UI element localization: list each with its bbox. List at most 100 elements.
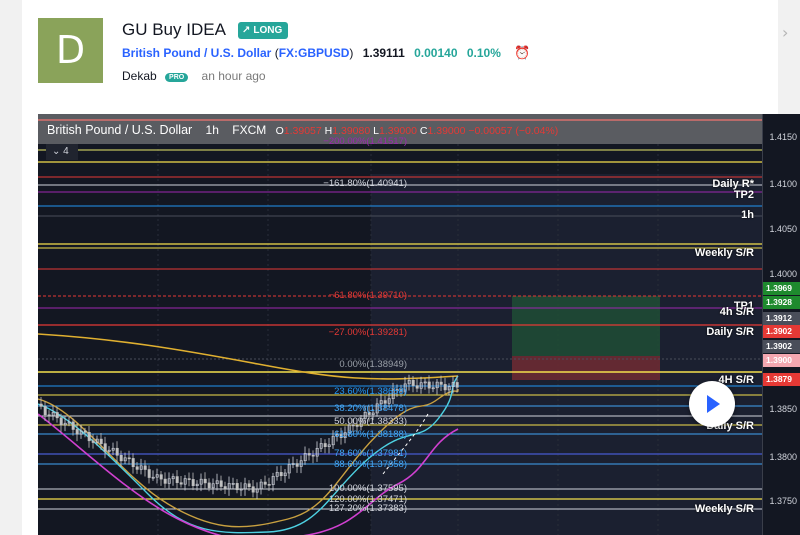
chart-area[interactable]: British Pound / U.S. Dollar 1h FXCM O1.3… [38,114,800,535]
candle-body [443,384,447,391]
chart-source: FXCM [232,123,267,137]
fib-label: 88.60%(1.37858) [334,459,407,470]
paren-close: ) [349,46,354,60]
candle-body [267,484,271,486]
chevron-right-icon[interactable]: › [782,25,796,41]
axis-tick: 1.4100 [769,179,797,189]
chart-legend: British Pound / U.S. Dollar 1h FXCM O1.3… [47,123,558,137]
price-change-percent: 0.10% [466,46,501,60]
candle-body [175,476,179,483]
fib-label: −161.80%(1.40941) [323,178,407,189]
fib-label: 100.00%(1.37595) [328,483,407,494]
fib-label: 61.80%(1.38188) [334,429,407,440]
candle-body [127,457,131,460]
position-profit-zone[interactable] [512,296,660,356]
candle-body [83,430,87,433]
candle-body [71,421,75,430]
level-label-daily-sr-top: Daily S/R [706,326,754,338]
candle-body [131,458,135,468]
price-tag[interactable]: 1.3902 [763,325,800,338]
candle-body [179,482,183,485]
candle-body [115,447,119,456]
candle-body [323,443,327,447]
candle-body [103,443,107,452]
candle-body [455,382,459,388]
candle-body [439,381,443,385]
chevron-down-icon: ⌄ [52,146,61,157]
fib-label: −27.00%(1.39281) [328,327,407,338]
level-label-weekly-sr-top: Weekly S/R [694,247,754,259]
candle-body [55,412,59,419]
candle-body [87,432,91,442]
candle-body [251,486,255,493]
candle-body [207,482,211,489]
fib-label: 127.20%(1.37383) [328,503,407,514]
price-tag[interactable]: 1.3969 [763,282,800,295]
axis-tick: 1.4050 [769,224,797,234]
axis-tick: 1.3850 [769,404,797,414]
position-loss-zone[interactable] [512,356,660,380]
candle-body [411,380,415,386]
candle-body [135,466,139,470]
fib-label: −61.80%(1.39710) [328,290,407,301]
price-tag[interactable]: 1.3879 [763,373,800,386]
pro-badge: PRO [165,73,189,82]
chart-timeframe[interactable]: 1h [206,123,219,137]
symbol-row: British Pound / U.S. Dollar (FX:GBPUSD) … [122,46,530,61]
candle-body [427,381,431,389]
candle-body [187,478,191,480]
candle-body [223,486,227,490]
candle-body [415,385,419,389]
idea-title: GU Buy IDEA [122,20,226,39]
candle-body [59,417,63,426]
published-time: an hour ago [201,69,266,83]
candle-body [119,454,123,462]
axis-tick: 1.3750 [769,496,797,506]
candle-body [39,403,43,407]
candle-body [203,478,207,484]
author-avatar[interactable]: D [38,18,103,83]
level-label-1h: 1h [741,209,754,221]
fib-label: 78.60%(1.37981) [334,448,407,459]
candle-body [147,469,151,478]
fib-label: −200.00%(1.41517) [323,136,407,147]
level-label-weekly-sr-bottom: Weekly S/R [694,503,754,515]
author-row: Dekab PRO an hour ago [122,69,266,83]
candle-body [91,440,95,443]
price-tag[interactable]: 1.3902 [763,340,800,353]
price-tag[interactable]: 1.3900 [763,354,800,367]
price-tag[interactable]: 1.3912 [763,312,800,325]
candle-body [191,479,195,486]
play-button[interactable] [689,381,735,427]
candle-body [247,483,251,488]
chart-symbol: British Pound / U.S. Dollar [47,123,193,137]
price-axis[interactable]: 1.4150 1.4100 1.4050 1.4000 1.3850 1.3800 1.37… [762,114,800,535]
axis-tick: 1.4000 [769,269,797,279]
price-tag[interactable]: 1.3928 [763,296,800,309]
candle-body [311,454,315,457]
ohlc-values: O1.39057 H1.39080 L1.39000 C1.39000 −0.0… [275,125,559,137]
candle-body [295,463,299,467]
alarm-clock-icon[interactable]: ⏰ [514,46,530,61]
level-label-tp2: TP2 [733,189,754,201]
left-gutter [0,0,22,535]
candle-body [143,465,147,470]
candle-body [75,429,79,435]
idea-header: D GU Buy IDEA ↗ LONG British Pound / U.S.… [38,18,778,98]
fib-label: 0.00%(1.38949) [339,359,407,370]
level-label-4h-sr-top: 4h S/R [719,306,754,318]
symbol-name-link[interactable]: British Pound / U.S. Dollar [122,46,271,60]
fib-label: 23.60%(1.38658) [334,386,407,397]
ticker-link[interactable]: FX:GBPUSD [279,46,350,60]
play-icon [707,395,720,413]
candle-body [99,438,103,444]
last-price: 1.39111 [362,46,405,60]
tradingview-idea-page: › D GU Buy IDEA ↗ LONG British Pound / U.… [0,0,800,535]
axis-tick: 1.4150 [769,132,797,142]
arrow-up-right-icon: ↗ [242,25,251,36]
direction-badge: ↗ LONG [238,22,289,39]
price-change: 0.00140 [414,46,458,60]
author-name[interactable]: Dekab [122,69,157,83]
candle-body [219,480,223,487]
indicators-toggle[interactable]: ⌄ 4 [46,144,78,160]
